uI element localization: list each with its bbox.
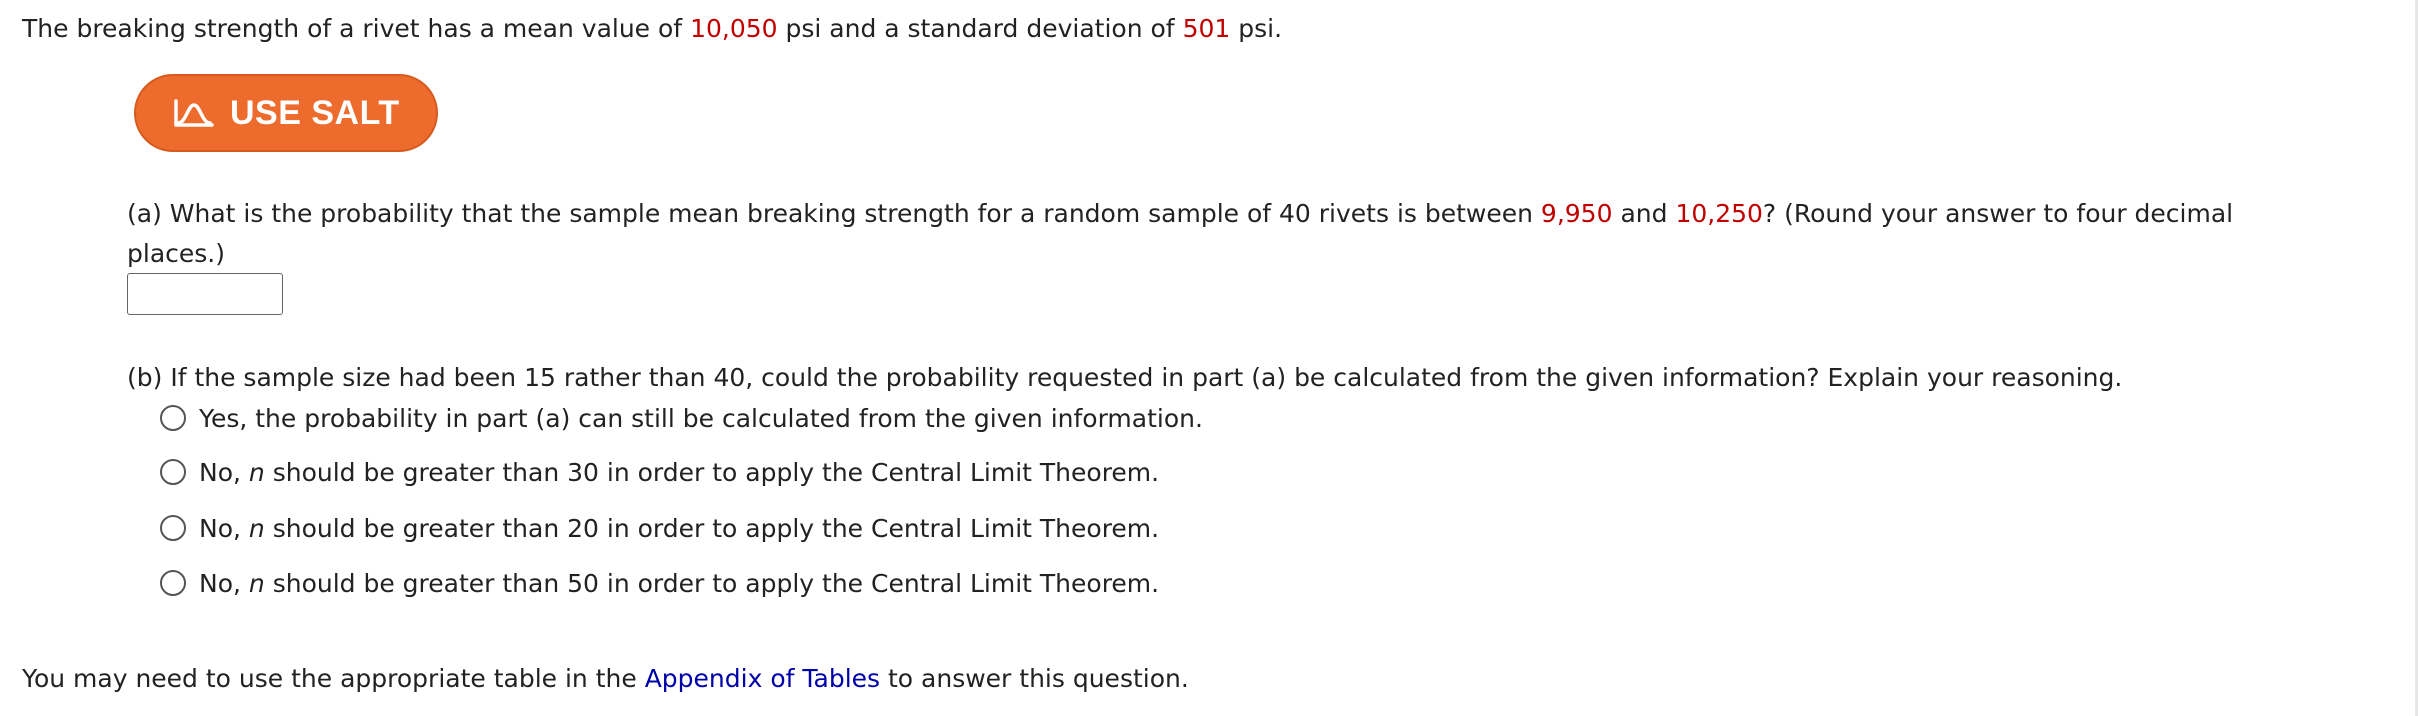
intro-suffix: psi. [1230, 14, 1283, 43]
part-a-prefix: (a) What is the probability that the sam… [127, 199, 1541, 228]
use-salt-button[interactable]: USE SALT [134, 74, 438, 152]
option-yes[interactable]: Yes, the probability in part (a) can sti… [160, 401, 1203, 435]
radio-button[interactable] [160, 405, 186, 431]
option-label: No, n should be greater than 20 in order… [199, 513, 1160, 543]
option-label: Yes, the probability in part (a) can sti… [199, 403, 1203, 433]
part-a-suffix: ? (Round your answer to four decimal [1762, 199, 2234, 228]
part-a-and: and [1612, 199, 1676, 228]
intro-prefix: The breaking strength of a rivet has a m… [22, 14, 691, 43]
option-label: No, n should be greater than 50 in order… [199, 568, 1160, 598]
sd-value: 501 [1182, 14, 1231, 43]
part-a-high: 10,250 [1675, 199, 1763, 228]
mean-value: 10,050 [690, 14, 778, 43]
part-a-question-line2: places.) [127, 239, 225, 268]
part-a-answer-input[interactable] [127, 273, 283, 315]
radio-button[interactable] [160, 570, 186, 596]
option-n-greater-30[interactable]: No, n should be greater than 30 in order… [160, 455, 1159, 489]
intro-middle: psi and a standard deviation of [777, 14, 1183, 43]
radio-button[interactable] [160, 515, 186, 541]
salt-bellcurve-icon [174, 97, 214, 129]
problem-statement: The breaking strength of a rivet has a m… [22, 12, 1282, 46]
radio-button[interactable] [160, 459, 186, 485]
part-a-question: (a) What is the probability that the sam… [127, 197, 2233, 231]
part-b-question: (b) If the sample size had been 15 rathe… [127, 363, 2123, 392]
option-n-greater-20[interactable]: No, n should be greater than 20 in order… [160, 511, 1159, 545]
appendix-of-tables-link[interactable]: Appendix of Tables [645, 664, 880, 693]
part-a-low: 9,950 [1540, 199, 1613, 228]
option-label: No, n should be greater than 30 in order… [199, 457, 1160, 487]
use-salt-label: USE SALT [230, 93, 400, 132]
footer-prefix: You may need to use the appropriate tabl… [22, 664, 645, 693]
footer-note: You may need to use the appropriate tabl… [22, 662, 1189, 696]
option-n-greater-50[interactable]: No, n should be greater than 50 in order… [160, 566, 1159, 600]
footer-suffix: to answer this question. [880, 664, 1189, 693]
